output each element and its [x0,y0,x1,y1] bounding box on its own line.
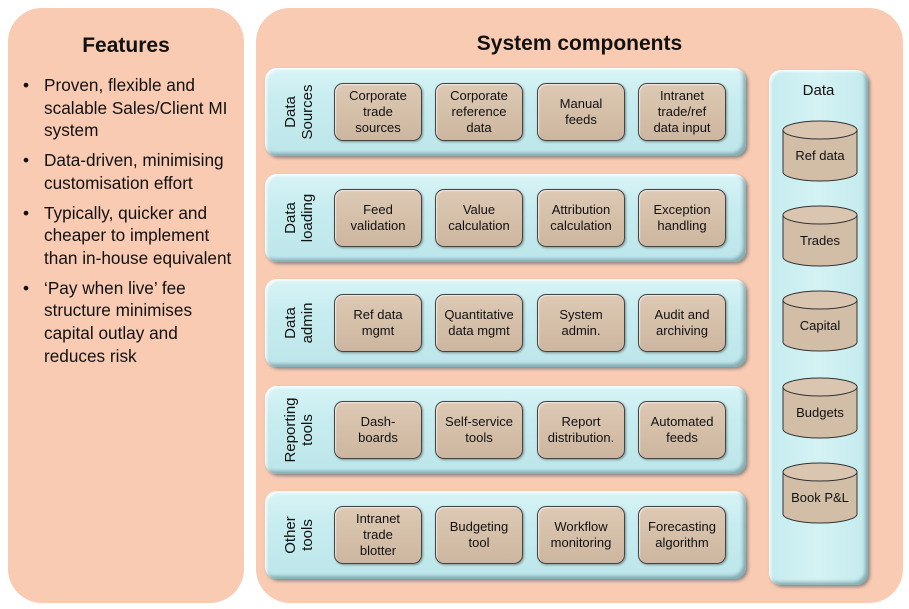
component-box: Forecasting algorithm [638,506,726,564]
database-label: Ref data [795,148,845,163]
feature-item: • ‘Pay when live’ fee structure minimises… [20,277,242,368]
row-label: Data Sources [282,84,316,140]
component-box: Attribution calculation [537,189,625,247]
row-data-admin: Data admin Ref data mgmt Quantitative da… [265,279,746,367]
data-store-title: Data [802,82,835,99]
database-label: Budgets [796,405,844,420]
row-label: Other tools [282,516,316,554]
database-label: Trades [800,233,840,248]
component-box: Automated feeds [638,401,726,459]
component-box: Manual feeds [537,83,625,141]
component-box: Workflow monitoring [537,506,625,564]
bullet-icon: • [23,202,30,223]
component-box: Intranet trade/ref data input [638,83,726,141]
component-box: Intranet trade blotter [334,506,422,564]
database-cylinder: Budgets [782,377,858,439]
features-title: Features [82,34,170,57]
feature-item: • Data-driven, minimising customisation e… [20,149,242,194]
component-box: Ref data mgmt [334,294,422,352]
bullet-icon: • [23,75,30,95]
database-label: Capital [799,318,841,333]
row-reporting-tools: Reporting tools Dash- boards Self-servic… [265,386,746,474]
component-box: Exception handling [638,189,726,247]
component-box: Corporate reference data [435,83,523,141]
component-box: Audit and archiving [638,294,726,352]
row-label: Data admin [282,302,316,344]
feature-text: Typically, quicker and cheaper to implem… [44,202,232,268]
database-label: Book P&L [791,490,849,505]
feature-text: ‘Pay when live’ fee structure minimises … [44,277,193,366]
row-data-sources: Data Sources Corporate trade sources Cor… [265,68,746,156]
database-cylinder: Ref data [782,120,858,182]
database-cylinder: Book P&L [782,462,858,524]
row-data-loading: Data loading Feed validation Value calcu… [265,174,746,262]
system-components-title: System components [476,32,683,55]
row-other-tools: Other tools Intranet trade blotter Budge… [265,491,746,579]
component-box: Feed validation [334,189,422,247]
database-cylinder: Capital [782,290,858,352]
feature-item: • Typically, quicker and cheaper to imple… [20,202,242,270]
features-list: • Proven, flexible and scalable Sales/Cli… [20,74,242,374]
component-box: Value calculation [435,189,523,247]
component-box: Report distribution. [537,401,625,459]
row-label: Data loading [282,193,316,243]
database-cylinder: Trades [782,205,858,267]
component-box: Budgeting tool [435,506,523,564]
component-box: System admin. [537,294,625,352]
component-box: Corporate trade sources [334,83,422,141]
feature-text: Data-driven, minimising customisation ef… [44,150,224,193]
row-label: Reporting tools [282,397,316,463]
feature-item: • Proven, flexible and scalable Sales/Cli… [20,74,242,142]
component-box: Self-service tools [435,401,523,459]
bullet-icon: • [23,277,30,298]
feature-text: Proven, flexible and scalable Sales/Clie… [44,75,228,141]
bullet-icon: • [23,150,30,171]
data-store-column: Data Ref data Trades Capital Budgets Boo… [769,70,868,585]
component-box: Quantitative data mgmt [435,294,523,352]
features-panel: Features • Proven, flexible and scalable … [8,8,244,603]
component-box: Dash- boards [334,401,422,459]
